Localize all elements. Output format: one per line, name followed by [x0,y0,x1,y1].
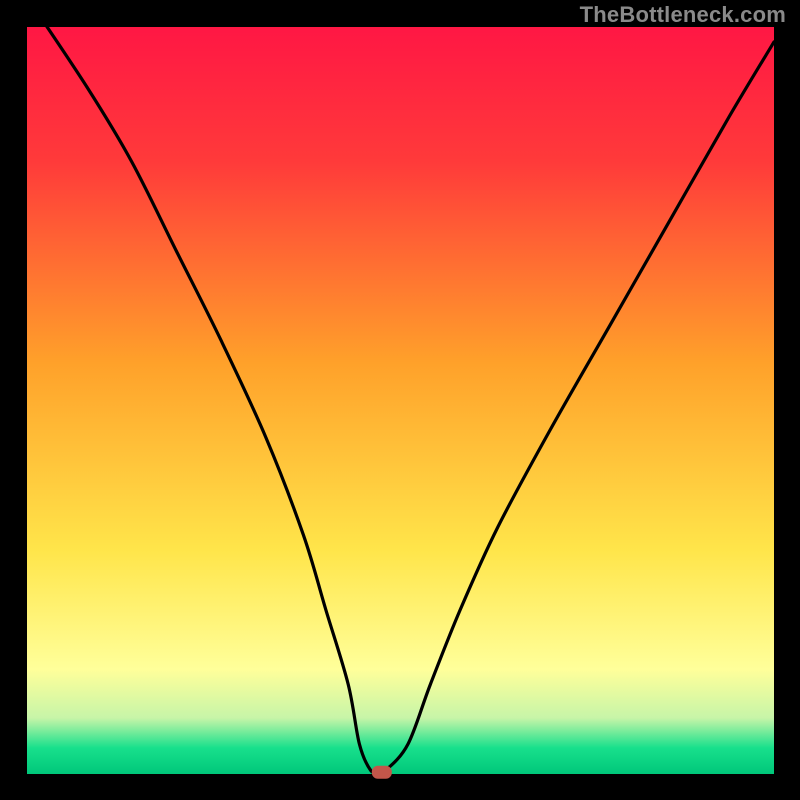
gradient-background [27,27,774,774]
bottleneck-chart [0,0,800,800]
bottleneck-marker [372,766,392,779]
chart-frame: { "watermark": "TheBottleneck.com", "col… [0,0,800,800]
